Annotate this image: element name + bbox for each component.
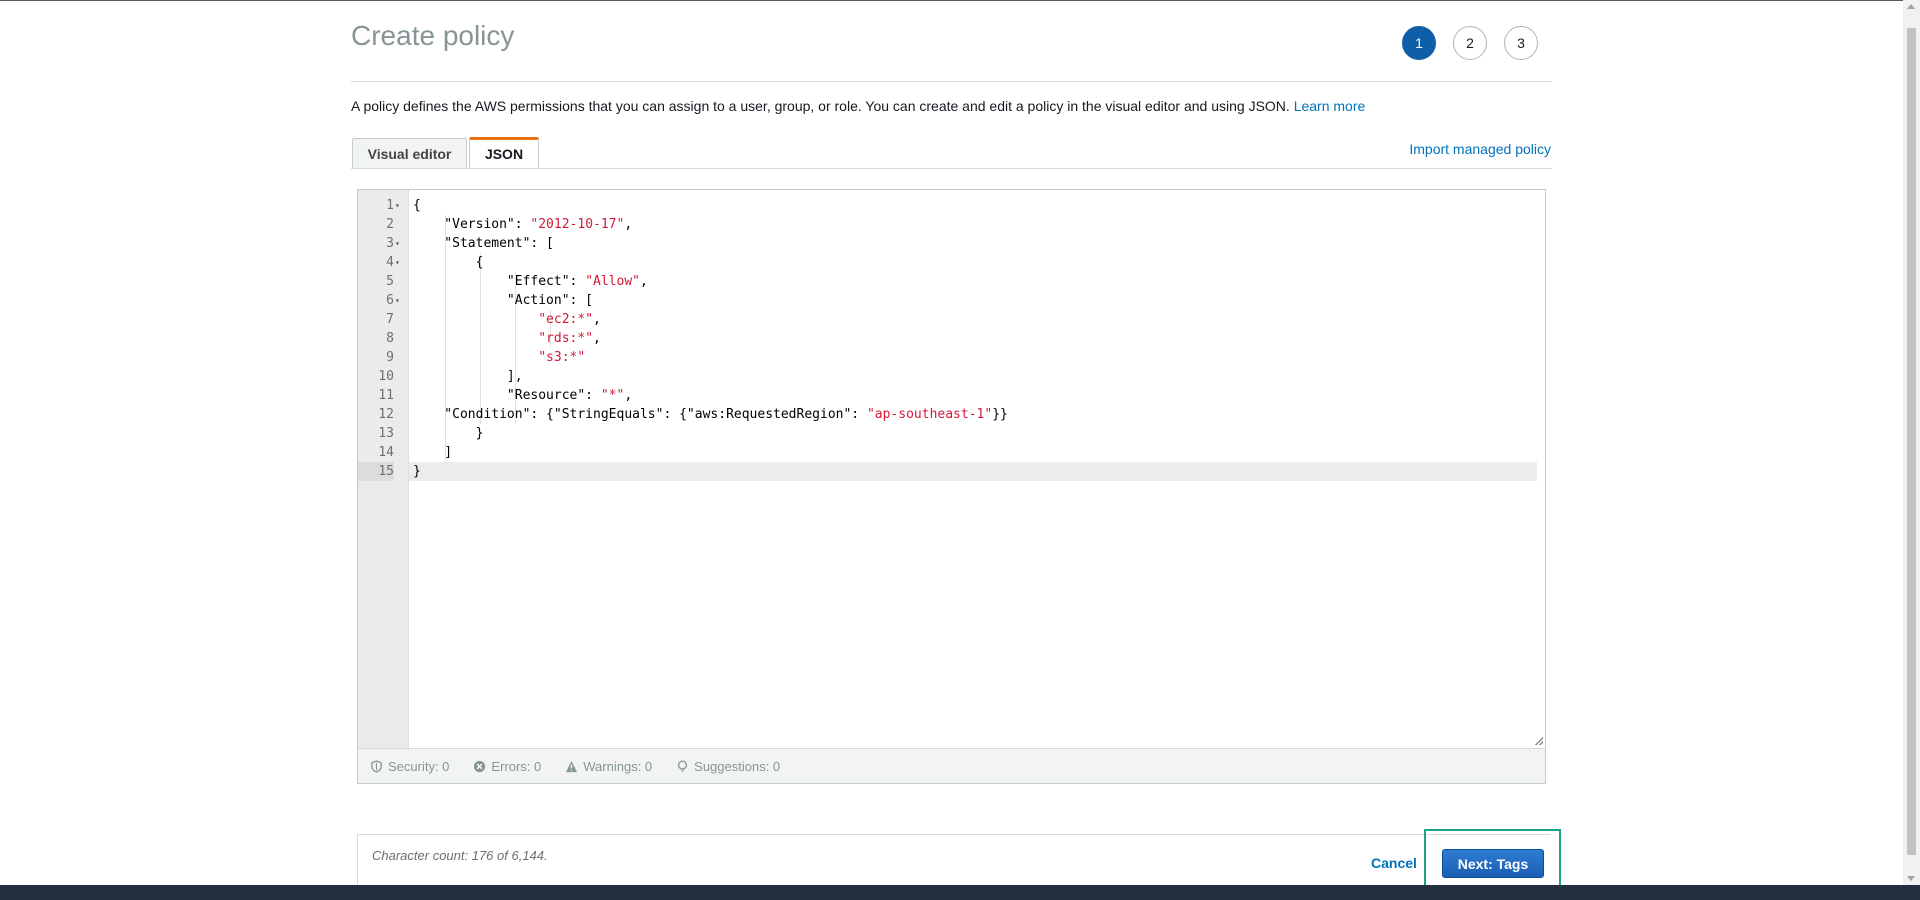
json-editor[interactable]: 1 ▾{ 2 "Version": "2012-10-17", 3 ▾ "State… — [357, 189, 1546, 784]
code-text: ] — [413, 445, 453, 460]
error-icon — [474, 760, 486, 772]
step-3: 3 — [1504, 26, 1538, 60]
page-title: Create policy — [351, 20, 515, 51]
code-line: 5 "Effect": "Allow", — [386, 272, 1545, 291]
code-line: 2 "Version": "2012-10-17", — [386, 215, 1545, 234]
lightbulb-icon — [678, 760, 688, 772]
code-line: 11 "Resource": "*", — [378, 386, 1545, 405]
tab-visual-editor[interactable]: Visual editor — [352, 138, 467, 168]
scroll-thumb[interactable] — [1907, 28, 1916, 855]
line-number: 3 — [386, 236, 394, 251]
next-tags-button[interactable]: Next: Tags — [1442, 849, 1544, 878]
code-text: "Statement": [ — [413, 236, 554, 251]
code-text: "Condition": {"StringEquals": {"aws:Requ… — [413, 407, 1008, 422]
code-text: "s3:*" — [538, 350, 586, 365]
top-border — [0, 0, 1920, 1]
validation-status-bar: Security: 0 Errors: 0 Warnings: 0 Sugges… — [358, 748, 1545, 783]
code-line: 14 ] — [378, 443, 1545, 462]
step-2: 2 — [1453, 26, 1487, 60]
line-number: 14 — [378, 445, 394, 460]
warning-icon — [566, 760, 578, 772]
step-1: 1 — [1402, 26, 1436, 60]
code-line: 9 "s3:*" — [386, 348, 1545, 367]
code-line: 3 ▾ "Statement": [ — [386, 234, 1545, 253]
character-count: Character count: 176 of 6,144. — [372, 848, 548, 863]
code-text: } — [413, 426, 484, 441]
code-text: { — [413, 255, 484, 270]
fold-arrow-icon[interactable]: ▾ — [395, 234, 400, 253]
errors-status[interactable]: Errors: 0 — [473, 759, 541, 774]
resize-handle-icon[interactable] — [1535, 737, 1543, 745]
code-line: 10 ], — [378, 367, 1545, 386]
console-footer — [0, 885, 1920, 900]
code-line: 13 } — [378, 424, 1545, 443]
line-number: 15 — [358, 462, 394, 481]
code-line: 8 "rds:*", — [386, 329, 1545, 348]
tab-divider — [351, 168, 1552, 169]
scroll-up-icon[interactable] — [1907, 4, 1915, 9]
editor-code[interactable]: 1 ▾{ 2 "Version": "2012-10-17", 3 ▾ "State… — [358, 196, 1545, 481]
security-count: Security: 0 — [388, 758, 450, 774]
code-text: "Action": [ — [413, 293, 594, 308]
code-text: "ec2:*", — [538, 312, 601, 327]
suggestions-count: Suggestions: 0 — [694, 758, 781, 774]
code-text: "rds:*", — [538, 331, 601, 346]
shield-icon — [371, 759, 382, 773]
code-text: "Resource": "*", — [413, 388, 633, 403]
description-text: A policy defines the AWS permissions tha… — [351, 98, 1294, 114]
code-line-current: 15} — [358, 462, 1537, 481]
vertical-scrollbar[interactable] — [1903, 0, 1920, 885]
line-number: 2 — [386, 217, 394, 232]
code-line: 4 ▾ { — [386, 253, 1545, 272]
description: A policy defines the AWS permissions tha… — [351, 98, 1365, 114]
line-number: 7 — [386, 312, 394, 327]
code-line: 1 ▾ { — [386, 196, 1545, 215]
line-number: 11 — [378, 388, 394, 403]
cancel-button[interactable]: Cancel — [1371, 855, 1417, 871]
fold-arrow-icon[interactable]: ▾ — [395, 196, 400, 215]
code-text: { — [413, 198, 421, 213]
warnings-status[interactable]: Warnings: 0 — [565, 759, 652, 774]
code-text: "Effect": "Allow", — [413, 274, 648, 289]
code-line: 6 ▾ "Action": [ — [386, 291, 1545, 310]
warnings-count: Warnings: 0 — [583, 758, 653, 774]
security-status[interactable]: Security: 0 — [370, 759, 449, 774]
line-number: 12 — [378, 407, 394, 422]
import-managed-policy-link[interactable]: Import managed policy — [1409, 141, 1551, 157]
scroll-down-icon[interactable] — [1907, 876, 1915, 881]
tab-json[interactable]: JSON — [469, 137, 539, 168]
code-text: ], — [413, 369, 523, 384]
fold-arrow-icon[interactable]: ▾ — [395, 291, 400, 310]
code-line: 12 "Condition": {"StringEquals": {"aws:R… — [378, 405, 1545, 424]
line-number: 9 — [386, 350, 394, 365]
line-number: 8 — [386, 331, 394, 346]
line-number: 10 — [378, 369, 394, 384]
line-number: 6 — [386, 293, 394, 308]
line-number: 5 — [386, 274, 394, 289]
suggestions-status[interactable]: Suggestions: 0 — [676, 759, 780, 774]
code-text: } — [413, 464, 421, 479]
step-indicator: 1 2 3 — [1402, 26, 1538, 60]
line-number: 1 — [386, 198, 394, 213]
code-text: "Version": "2012-10-17", — [413, 217, 633, 232]
learn-more-link[interactable]: Learn more — [1294, 98, 1366, 114]
header-divider — [351, 81, 1552, 82]
line-number: 4 — [386, 255, 394, 270]
line-number: 13 — [378, 426, 394, 441]
fold-arrow-icon[interactable]: ▾ — [395, 253, 400, 272]
code-line: 7 "ec2:*", — [386, 310, 1545, 329]
errors-count: Errors: 0 — [491, 758, 542, 774]
